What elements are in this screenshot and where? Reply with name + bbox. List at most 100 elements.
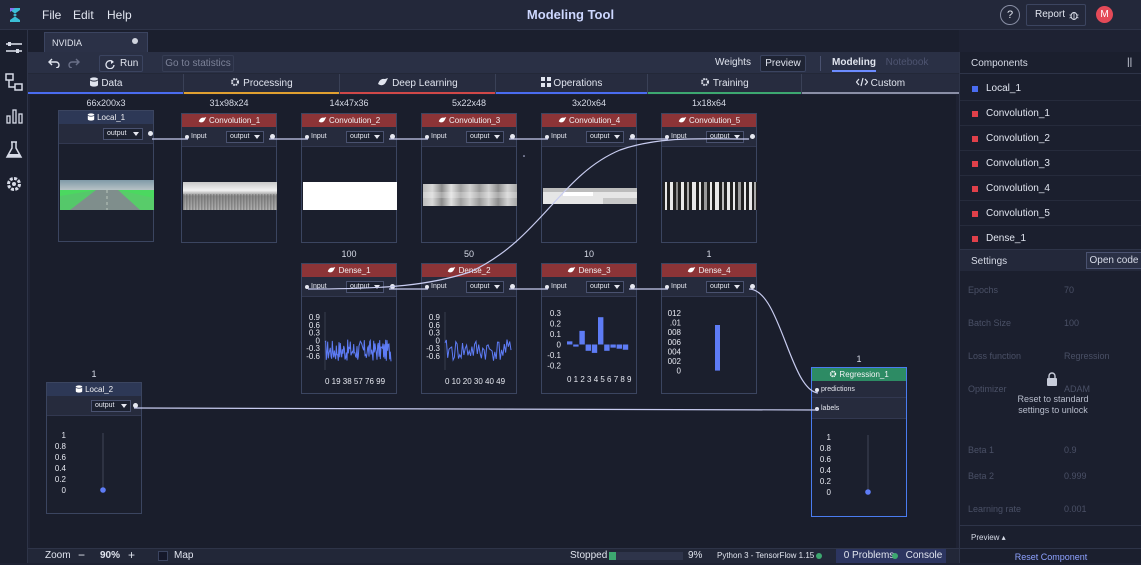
report-button[interactable]: Report: [1026, 4, 1086, 26]
sliders-icon[interactable]: [4, 38, 24, 58]
model-graph-icon[interactable]: [4, 72, 24, 92]
output-port[interactable]: [270, 134, 275, 139]
unsaved-dot-icon[interactable]: [132, 38, 138, 44]
node-header[interactable]: Convolution_5: [662, 114, 756, 127]
tab-notebook[interactable]: Notebook: [884, 55, 930, 72]
output-port[interactable]: [510, 284, 515, 289]
node-local-2[interactable]: Local_2 output 1 0.8 0.6 0.4 0.2 0: [46, 382, 142, 514]
output-port[interactable]: [133, 403, 138, 408]
category-data[interactable]: Data: [28, 74, 184, 94]
output-port[interactable]: [630, 134, 635, 139]
menu-file[interactable]: File: [42, 8, 61, 22]
node-header[interactable]: Convolution_2: [302, 114, 396, 127]
input-port[interactable]: Input: [305, 283, 327, 290]
input-port[interactable]: Input: [185, 133, 207, 140]
category-processing[interactable]: Processing: [184, 74, 340, 94]
output-select[interactable]: output: [466, 281, 504, 293]
preview-button[interactable]: Preview: [760, 55, 806, 72]
output-select[interactable]: output: [103, 128, 143, 140]
node-header[interactable]: Convolution_3: [422, 114, 516, 127]
node-header[interactable]: Local_1: [59, 111, 153, 124]
component-item[interactable]: Dense_1: [960, 226, 1141, 251]
input-port[interactable]: Input: [545, 133, 567, 140]
category-training[interactable]: Training: [648, 74, 802, 94]
output-select[interactable]: output: [346, 281, 384, 293]
category-operations[interactable]: Operations: [496, 74, 648, 94]
node-header[interactable]: Local_2: [47, 383, 141, 396]
console-button[interactable]: Console: [902, 549, 946, 563]
node-convolution-2[interactable]: Convolution_2 Input output: [301, 113, 397, 243]
output-select[interactable]: output: [91, 400, 131, 412]
statistics-icon[interactable]: [4, 106, 24, 126]
category-custom[interactable]: Custom: [802, 74, 959, 94]
menu-edit[interactable]: Edit: [73, 8, 94, 22]
predictions-input-port[interactable]: predictions: [815, 386, 855, 393]
output-select[interactable]: output: [706, 281, 744, 293]
input-port[interactable]: Input: [665, 133, 687, 140]
component-item[interactable]: Convolution_1: [960, 101, 1141, 126]
run-button[interactable]: Run: [99, 55, 143, 72]
output-select[interactable]: output: [586, 131, 624, 143]
go-to-statistics-button[interactable]: Go to statistics: [162, 55, 234, 72]
component-item[interactable]: Local_1: [960, 76, 1141, 101]
node-dense-3[interactable]: Dense_3 Input output 0.3 0.2 0.1 0 -0.1 -0.2 0…: [541, 263, 637, 394]
output-select[interactable]: output: [226, 131, 264, 143]
map-checkbox[interactable]: [158, 551, 168, 561]
output-port[interactable]: [510, 134, 515, 139]
input-port[interactable]: Input: [425, 133, 447, 140]
help-button[interactable]: ?: [1000, 5, 1020, 25]
node-local-1[interactable]: Local_1 output: [58, 110, 154, 242]
collapse-panel-icon[interactable]: ||: [1127, 57, 1132, 68]
output-port[interactable]: [390, 134, 395, 139]
node-header[interactable]: Dense_2: [422, 264, 516, 277]
component-item[interactable]: Convolution_3: [960, 151, 1141, 176]
component-item[interactable]: Convolution_2: [960, 126, 1141, 151]
output-select[interactable]: output: [346, 131, 384, 143]
labels-input-port[interactable]: labels: [815, 405, 839, 412]
output-port[interactable]: [750, 284, 755, 289]
node-header[interactable]: Dense_4: [662, 264, 756, 277]
weights-button[interactable]: Weights: [710, 55, 756, 72]
input-port[interactable]: Input: [425, 283, 447, 290]
reset-component-button[interactable]: Reset Component: [960, 548, 1141, 564]
node-dense-4[interactable]: Dense_4 Input output 012.01 008 006 004 002 0: [661, 263, 757, 394]
output-select[interactable]: output: [706, 131, 744, 143]
flask-icon[interactable]: [4, 140, 24, 160]
undo-icon[interactable]: [48, 58, 60, 68]
node-header[interactable]: Dense_3: [542, 264, 636, 277]
tab-modeling[interactable]: Modeling: [832, 55, 876, 72]
node-dense-2[interactable]: Dense_2 Input output 0.9 0.6 0.3 0 -0.3 -0.6 0…: [421, 263, 517, 394]
node-header[interactable]: Convolution_4: [542, 114, 636, 127]
node-dense-1[interactable]: Dense_1 Input output 0.9 0.6 0.3 0 -0.3 -0.6 0…: [301, 263, 397, 394]
zoom-out-button[interactable]: −: [78, 548, 85, 562]
menu-help[interactable]: Help: [107, 8, 132, 22]
output-select[interactable]: output: [586, 281, 624, 293]
output-port[interactable]: [148, 131, 153, 136]
preview-toggle[interactable]: Preview ▴: [971, 533, 1006, 542]
output-select[interactable]: output: [466, 131, 504, 143]
component-item[interactable]: Convolution_5: [960, 201, 1141, 226]
node-header[interactable]: Regression_1: [812, 368, 906, 381]
output-port[interactable]: [630, 284, 635, 289]
input-port[interactable]: Input: [305, 133, 327, 140]
gear-icon[interactable]: [4, 174, 24, 194]
component-item[interactable]: Convolution_4: [960, 176, 1141, 201]
avatar[interactable]: M: [1096, 6, 1113, 23]
output-select-value: output: [350, 283, 370, 290]
node-header[interactable]: Convolution_1: [182, 114, 276, 127]
node-regression-1[interactable]: Regression_1 predictions labels 1 0.8 0.6 0…: [811, 367, 907, 517]
node-convolution-1[interactable]: Convolution_1 Input output: [181, 113, 277, 243]
input-port[interactable]: Input: [665, 283, 687, 290]
zoom-in-button[interactable]: +: [128, 548, 135, 562]
output-port[interactable]: [390, 284, 395, 289]
node-convolution-3[interactable]: Convolution_3 Input output: [421, 113, 517, 243]
input-port[interactable]: Input: [545, 283, 567, 290]
database-icon: [89, 77, 98, 87]
category-deep-learning[interactable]: Deep Learning: [340, 74, 496, 94]
output-port[interactable]: [750, 134, 755, 139]
node-convolution-4[interactable]: Convolution_4 Input output: [541, 113, 637, 243]
open-code-button[interactable]: Open code: [1086, 252, 1141, 269]
node-convolution-5[interactable]: Convolution_5 Input output: [661, 113, 757, 243]
node-header[interactable]: Dense_1: [302, 264, 396, 277]
redo-icon[interactable]: [68, 58, 80, 68]
